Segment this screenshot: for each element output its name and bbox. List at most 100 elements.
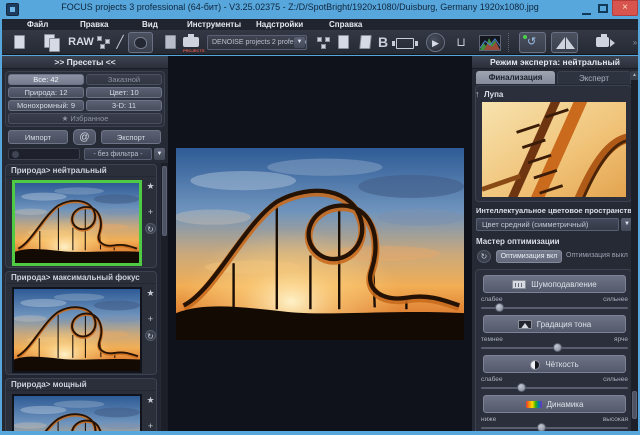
flip-horizontal-button[interactable] (551, 32, 578, 53)
favorites-button[interactable]: ★ Избранное (8, 113, 162, 124)
maximize-button[interactable] (598, 4, 608, 13)
image-canvas[interactable] (168, 56, 472, 431)
slider-min-label: слабее (481, 296, 503, 303)
save-icon[interactable] (165, 35, 176, 49)
expert-scrollbar[interactable]: ▲ (631, 71, 638, 431)
close-button[interactable]: × (612, 0, 638, 16)
copy-icon[interactable] (49, 38, 60, 52)
brush-icon[interactable]: ╱ (114, 34, 126, 51)
color-space-dropdown[interactable]: Цвет средний (симметричный) (476, 218, 619, 231)
slider-min-label: темнее (481, 336, 503, 343)
export-image-icon[interactable] (338, 35, 349, 49)
star-icon[interactable]: ★ (145, 288, 156, 299)
up-arrow-icon[interactable]: ↑ (475, 89, 480, 99)
tab-finalize[interactable]: Финализация (476, 71, 555, 84)
preset-item-maxfocus[interactable]: Природа> максимальный фокус ★ + ↻ (5, 271, 157, 375)
scrollbar-thumb[interactable] (162, 166, 167, 236)
tone-slider[interactable] (481, 347, 628, 349)
menu-view[interactable]: Вид (142, 20, 158, 29)
expert-panel-header[interactable]: Режим эксперта: нейтральный (472, 56, 638, 69)
preset-item-strong[interactable]: Природа> мощный ★ + (5, 378, 157, 431)
filter-color-button[interactable]: Цвет: 10 (86, 87, 162, 98)
compare-original-button[interactable]: ↺ (519, 32, 546, 53)
slider-min-label: ниже (481, 416, 496, 423)
slider-min-label: слабее (481, 376, 503, 383)
preset-title: Природа> нейтральный (6, 165, 156, 177)
refresh-icon[interactable]: ↻ (145, 330, 156, 341)
clarity-button[interactable]: Чёткость (483, 355, 626, 373)
chevron-down-icon[interactable]: ▼ (154, 148, 165, 160)
chevron-down-icon[interactable]: ▼ (294, 37, 305, 48)
bracketing-icon[interactable] (396, 38, 414, 49)
projects-camera-icon[interactable] (183, 37, 199, 47)
flip-right-triangle (566, 37, 575, 49)
batch-nodes-icon[interactable] (97, 36, 111, 50)
menu-edit[interactable]: Правка (80, 20, 108, 29)
camera-export-icon[interactable] (596, 37, 609, 47)
export-button[interactable]: Экспорт (101, 130, 161, 144)
tab-expert[interactable]: Эксперт (557, 71, 631, 84)
menu-tools[interactable]: Инструменты (187, 20, 241, 29)
slider-thumb[interactable] (495, 303, 504, 312)
dynamics-slider[interactable] (481, 427, 628, 429)
optimizer-sliders-box: Шумоподавление слабее сильнее Градация т… (475, 269, 632, 435)
send-image-icon[interactable] (359, 35, 371, 49)
plus-icon[interactable]: + (145, 207, 156, 218)
filter-custom-button[interactable]: Заказной (86, 74, 162, 85)
dynamics-button[interactable]: Динамика (483, 395, 626, 413)
noise-reduction-button[interactable]: Шумоподавление (483, 275, 626, 293)
preset-thumbnail-selected[interactable] (12, 180, 142, 266)
presets-panel-header[interactable]: >> Пресеты << (2, 56, 168, 69)
star-icon[interactable]: ★ (145, 395, 156, 406)
magnifier-preview[interactable] (482, 102, 626, 197)
clarity-slider[interactable] (481, 387, 628, 389)
workflow-icon[interactable] (317, 37, 331, 51)
tone-gradation-button[interactable]: Градация тона (483, 315, 626, 333)
menu-file[interactable]: Файл (27, 20, 48, 29)
email-presets-button[interactable]: @ (73, 129, 96, 145)
slider-thumb[interactable] (517, 383, 526, 392)
filter-nature-button[interactable]: Природа: 12 (8, 87, 84, 98)
raw-import-icon[interactable]: RAW (68, 34, 94, 51)
preset-thumbnail[interactable] (12, 394, 142, 431)
filter-3d-button[interactable]: 3-D: 11 (86, 100, 162, 111)
menu-addons[interactable]: Надстройки (256, 20, 303, 29)
filter-all-button[interactable]: Все: 42 (8, 74, 84, 85)
noise-slider[interactable] (481, 307, 628, 309)
slider-label: Шумоподавление (531, 280, 596, 289)
plus-icon[interactable]: + (145, 314, 156, 325)
optimization-off-button[interactable]: Оптимизация выкл (566, 252, 628, 259)
slider-group-noise: Шумоподавление слабее сильнее (476, 273, 633, 313)
preset-thumbnail[interactable] (12, 287, 142, 373)
palette-button[interactable] (128, 32, 153, 53)
new-file-icon[interactable] (14, 35, 25, 49)
filter-mono-button[interactable]: Монохромный: 9 (8, 100, 84, 111)
menu-help[interactable]: Справка (329, 20, 362, 29)
toolbar: RAW ╱ PROJECTS DENOISE projects 2 profes… (2, 30, 638, 55)
refresh-icon[interactable]: ↻ (145, 223, 156, 234)
slider-max-label: сильнее (603, 376, 628, 383)
star-icon[interactable]: ★ (145, 181, 156, 192)
play-icon[interactable]: ▶ (426, 33, 445, 52)
titlebar[interactable]: FOCUS projects 3 professional (64-бит) -… (0, 0, 640, 19)
histogram-icon[interactable] (479, 35, 501, 51)
noise-icon (512, 280, 526, 289)
preset-filter-dropdown[interactable]: - без фильтра - (84, 148, 152, 160)
scrollbar-thumb[interactable] (632, 391, 637, 419)
bold-b-icon[interactable]: B (376, 34, 390, 51)
main-image[interactable] (176, 148, 464, 340)
preset-search-input[interactable] (8, 148, 80, 160)
preset-scrollbar[interactable] (161, 163, 168, 431)
minimize-button[interactable] (582, 6, 591, 15)
slider-group-dynamics: Динамика ниже высокая (476, 393, 633, 433)
import-button[interactable]: Импорт (8, 130, 68, 144)
optimizer-refresh-icon[interactable]: ↻ (477, 250, 491, 263)
preset-item-neutral[interactable]: Природа> нейтральный ★ + ↻ (5, 164, 157, 268)
frame-icon[interactable]: ⊔ (454, 34, 468, 51)
project-select[interactable]: DENOISE projects 2 professional ▼ (207, 35, 307, 50)
scroll-up-icon[interactable]: ▲ (631, 71, 638, 80)
optimization-on-button[interactable]: Оптимизация вкл (496, 250, 562, 263)
slider-thumb[interactable] (553, 343, 562, 352)
magnifier-label: ↑ Лупа (484, 90, 503, 99)
plus-icon[interactable]: + (145, 421, 156, 431)
